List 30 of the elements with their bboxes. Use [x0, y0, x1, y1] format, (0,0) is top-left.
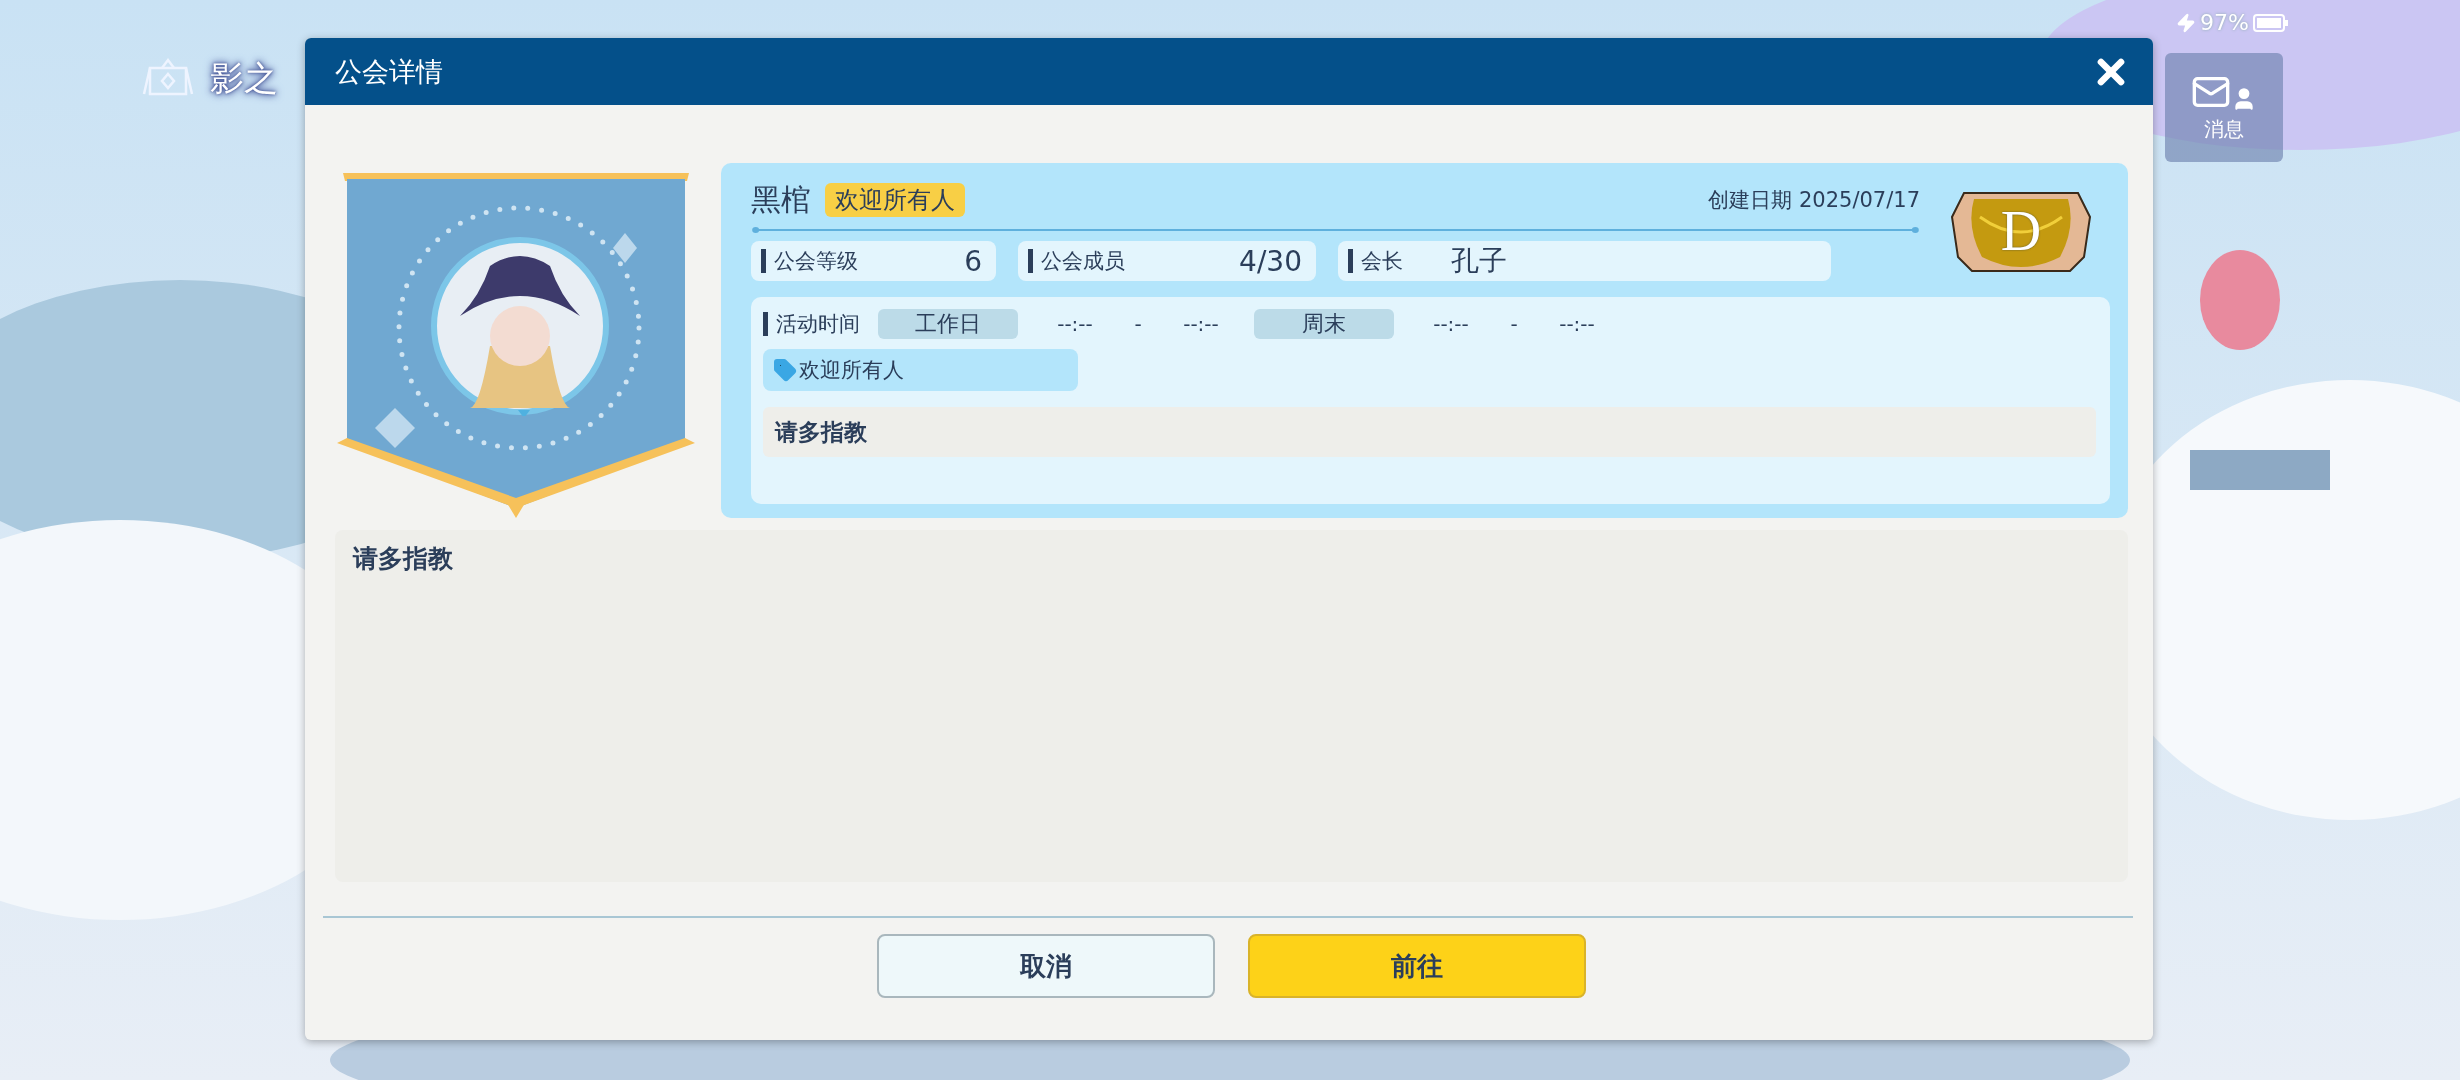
battery-percent: 97% — [2200, 10, 2249, 35]
dialog-title: 公会详情 — [335, 54, 443, 89]
game-title: 影之 — [210, 57, 278, 100]
stat-value: 4/30 — [1239, 244, 1302, 278]
motto-text: 请多指教 — [775, 417, 867, 447]
stat-label: 公会等级 — [774, 248, 858, 275]
start-time: --:-- — [1432, 312, 1470, 336]
battery-icon — [2252, 12, 2289, 33]
tag-text: 欢迎所有人 — [799, 357, 904, 384]
cancel-button[interactable]: 取消 — [877, 934, 1215, 998]
description-text: 请多指教 — [353, 544, 453, 573]
start-time: --:-- — [1056, 312, 1094, 336]
time-separator: - — [1133, 312, 1143, 336]
tag-icon — [773, 358, 797, 382]
stat-label: 公会成员 — [1041, 248, 1125, 275]
stat-value: 6 — [964, 244, 982, 278]
rank-letter: D — [2000, 198, 2042, 263]
go-button[interactable]: 前往 — [1248, 934, 1586, 998]
creation-date: 创建日期 2025/07/17 — [1708, 187, 1920, 214]
end-time: --:-- — [1182, 312, 1220, 336]
stat-value: 孔子 — [1451, 243, 1507, 279]
stat-label: 会长 — [1361, 248, 1403, 275]
charging-icon — [2176, 12, 2196, 33]
guild-tag: 欢迎所有人 — [825, 183, 965, 217]
time-separator: - — [1509, 312, 1519, 336]
period-label: 周末 — [1254, 309, 1394, 339]
activity-label: 活动时间 — [776, 311, 860, 338]
guild-name: 黑棺 — [751, 180, 811, 219]
period-label: 工作日 — [878, 309, 1018, 339]
end-time: --:-- — [1558, 312, 1596, 336]
